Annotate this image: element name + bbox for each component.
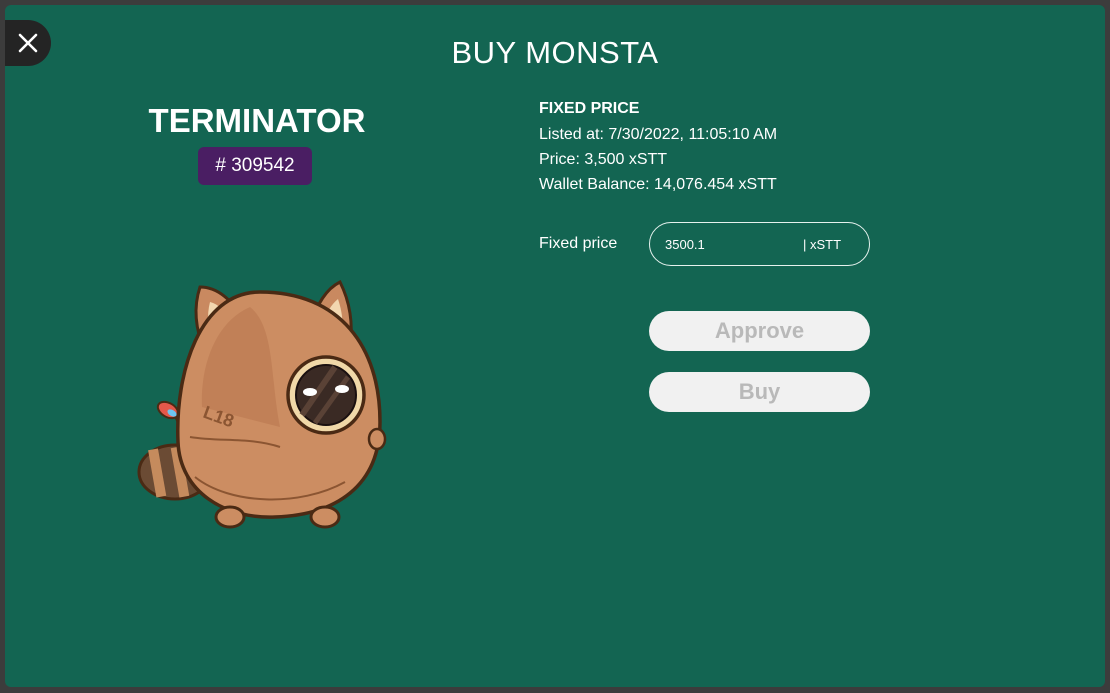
monster-name: TERMINATOR bbox=[148, 102, 366, 139]
listing-heading: FIXED PRICE bbox=[539, 100, 640, 117]
approve-button[interactable]: Approve bbox=[649, 311, 870, 351]
buy-button[interactable]: Buy bbox=[649, 372, 870, 412]
wallet-balance-text: Wallet Balance: 14,076.454 xSTT bbox=[539, 176, 777, 193]
buy-monsta-modal: BUY MONSTA TERMINATOR # 309542 L18 FIXED… bbox=[5, 5, 1105, 687]
fixed-price-field[interactable]: | xSTT bbox=[649, 222, 870, 266]
fixed-price-label: Fixed price bbox=[539, 235, 618, 252]
monster-image: L18 bbox=[137, 279, 387, 529]
modal-title: BUY MONSTA bbox=[451, 35, 659, 70]
monster-visor bbox=[286, 355, 366, 435]
price-text: Price: 3,500 xSTT bbox=[539, 151, 668, 168]
price-unit: | xSTT bbox=[803, 236, 842, 252]
listed-at-text: Listed at: 7/30/2022, 11:05:10 AM bbox=[539, 126, 778, 143]
fixed-price-input[interactable] bbox=[665, 236, 795, 252]
listing-info: FIXED PRICE Listed at: 7/30/2022, 11:05:… bbox=[539, 100, 777, 201]
monster-id-badge: # 309542 bbox=[198, 147, 312, 185]
